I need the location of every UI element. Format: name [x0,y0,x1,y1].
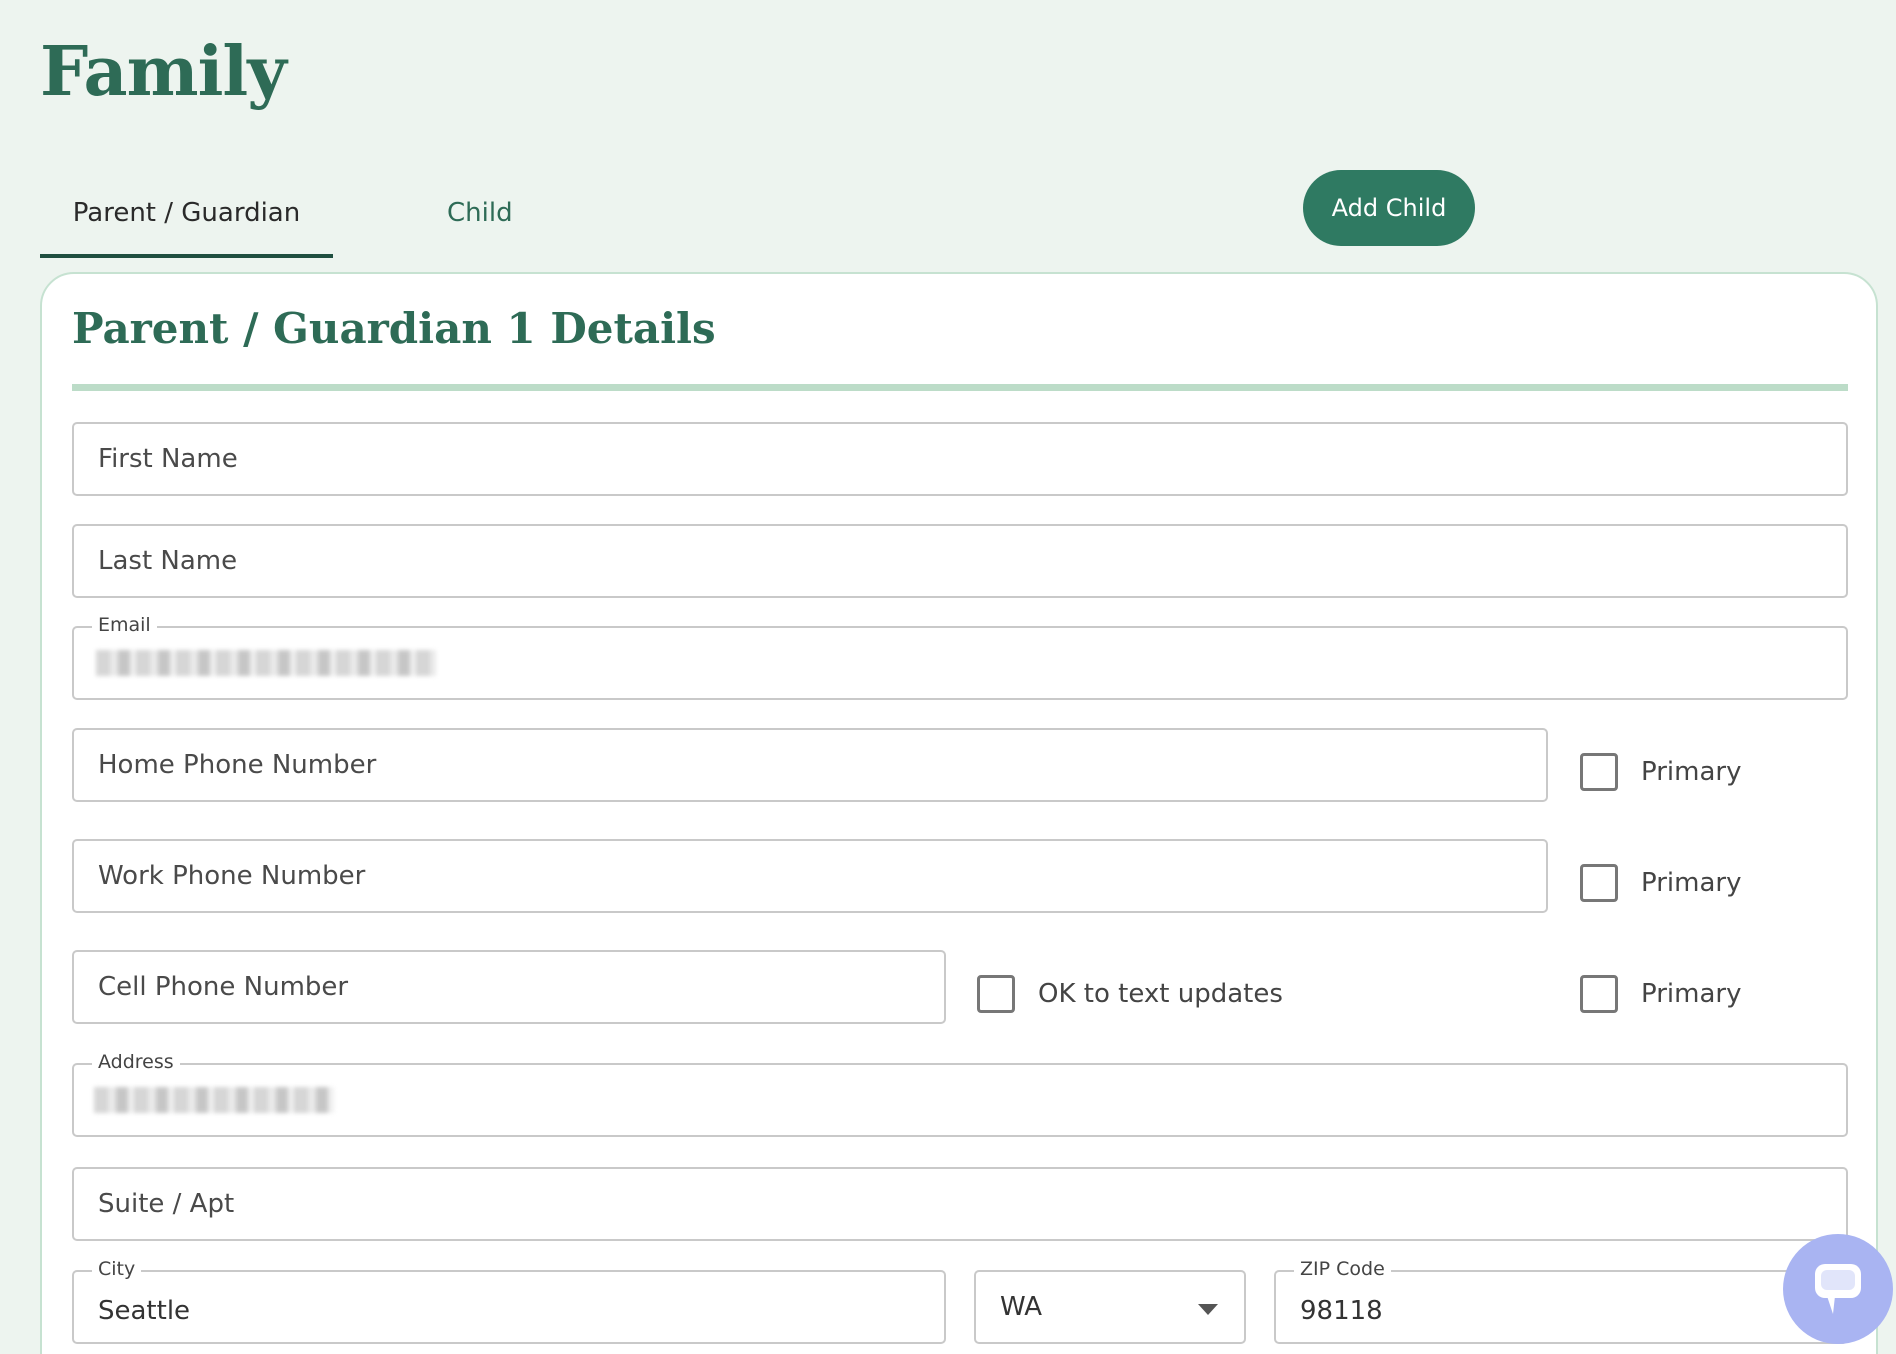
last-name-field [72,524,1848,598]
ok-to-text-checkbox[interactable] [977,975,1015,1013]
email-input[interactable] [74,628,1846,698]
home-phone-field [72,728,1548,802]
cell-primary-checkbox[interactable] [1580,975,1618,1013]
work-phone-input[interactable] [74,841,1546,911]
email-field: Email [72,614,1848,700]
home-primary-label: Primary [1641,757,1742,787]
city-input[interactable] [74,1272,944,1342]
work-primary-checkbox[interactable] [1580,864,1618,902]
home-phone-input[interactable] [74,730,1546,800]
first-name-field [72,422,1848,496]
cell-primary-row: Primary [1580,974,1741,1014]
chevron-down-icon [1198,1304,1218,1315]
suite-apt-field [72,1167,1848,1241]
state-select[interactable] [974,1270,1246,1344]
city-field: City [72,1258,946,1344]
card-title: Parent / Guardian 1 Details [72,304,716,353]
ok-to-text-label: OK to text updates [1038,979,1283,1009]
cell-phone-field [72,950,946,1024]
address-input[interactable] [74,1065,1846,1135]
address-field: Address [72,1051,1848,1137]
work-primary-row: Primary [1580,863,1741,903]
tab-parent-guardian[interactable]: Parent / Guardian [40,180,333,258]
chat-bubble-icon [1815,1264,1861,1314]
home-primary-checkbox[interactable] [1580,753,1618,791]
add-child-button[interactable]: Add Child [1303,170,1475,246]
zip-code-input[interactable] [1276,1272,1846,1342]
work-primary-label: Primary [1641,868,1742,898]
tab-bar: Parent / Guardian Child [40,180,560,258]
ok-to-text-row: OK to text updates [977,974,1283,1014]
page-title: Family [40,32,287,112]
zip-code-field: ZIP Code [1274,1258,1848,1344]
cell-phone-input[interactable] [74,952,944,1022]
cell-primary-label: Primary [1641,979,1742,1009]
card-divider [72,384,1848,391]
first-name-input[interactable] [74,424,1846,494]
parent-guardian-details-card: Parent / Guardian 1 Details Email Primar… [40,272,1878,1354]
last-name-input[interactable] [74,526,1846,596]
chat-launcher-button[interactable] [1783,1234,1893,1344]
home-primary-row: Primary [1580,752,1741,792]
work-phone-field [72,839,1548,913]
suite-apt-input[interactable] [74,1169,1846,1239]
tab-child[interactable]: Child [400,180,640,258]
